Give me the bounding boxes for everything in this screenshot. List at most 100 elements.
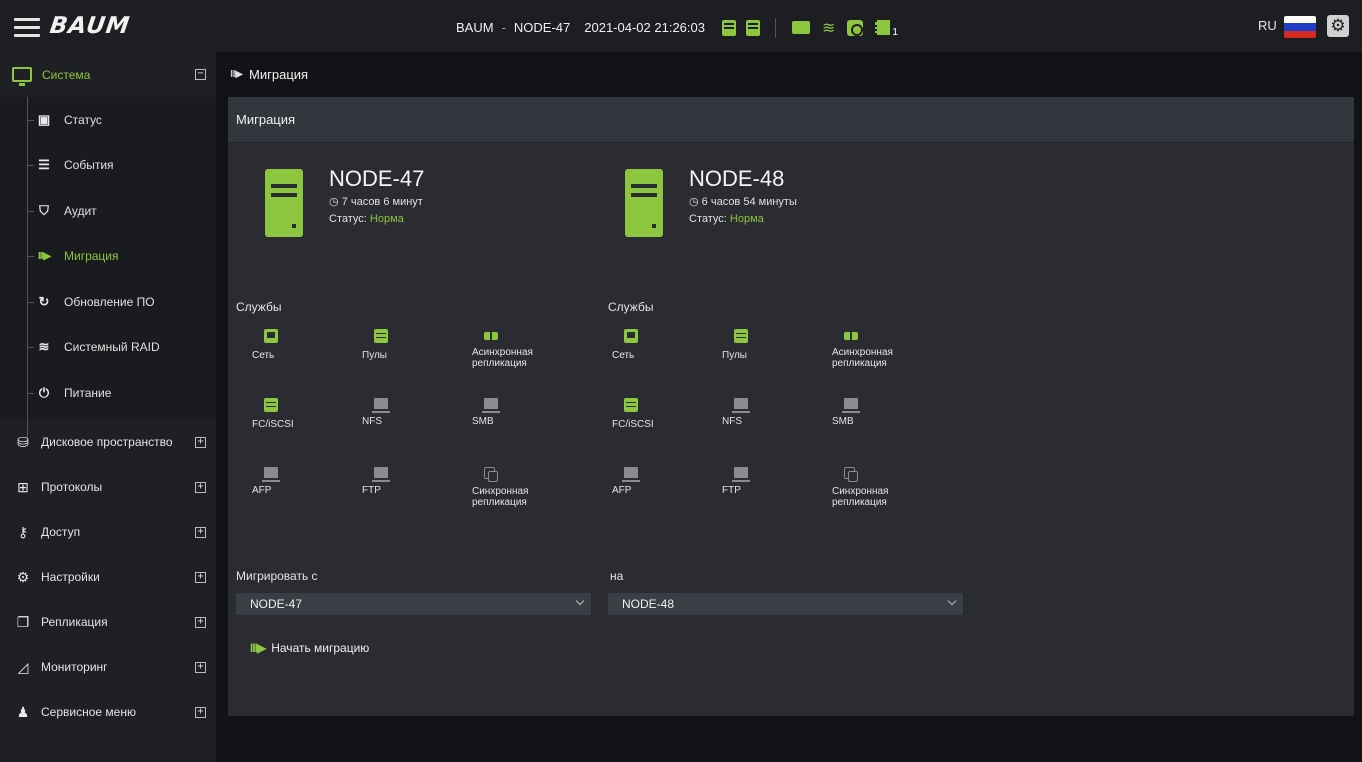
service-item: SMB (832, 398, 942, 467)
service-label: Сеть (252, 350, 275, 361)
layers-icon: ≋ (38, 339, 50, 355)
sidebar-item-migration[interactable]: III▶ Миграция (0, 234, 216, 280)
sidebar-item-events[interactable]: ☰ События (0, 143, 216, 189)
menu-icon[interactable] (14, 18, 40, 37)
sidebar-item-label: Доступ (41, 525, 81, 539)
service-item: Сеть (252, 329, 362, 398)
expand-toggle[interactable]: + (195, 706, 206, 718)
divider (774, 17, 776, 38)
node-card-1: NODE-47 ◷ 7 часов 6 минут Статус: Норма (265, 167, 424, 237)
services-grid-node-2: Сеть Пулы Асинхронная репликация FC/iSCSI NF… (612, 329, 942, 536)
expand-toggle[interactable]: + (195, 526, 206, 538)
service-label: Сеть (612, 350, 635, 361)
service-label: Пулы (722, 350, 747, 361)
clock-icon: ◷ (689, 196, 699, 208)
server-icon (265, 169, 303, 237)
sidebar-item-service-menu[interactable]: ♟ Сервисное меню + (0, 690, 216, 735)
sidebar-item-label: Дисковое пространство (41, 435, 173, 449)
layers-icon[interactable]: ≋ (822, 18, 835, 38)
sidebar-item-label: События (64, 158, 114, 173)
service-share-icon (732, 467, 750, 482)
sidebar-item-protocols[interactable]: ⊞ Протоколы + (0, 465, 216, 510)
status-icon: ▣ (37, 111, 51, 127)
start-migration-button[interactable]: III▶ Начать миграцию (250, 641, 369, 655)
sidebar-item-label: Репликация (41, 615, 108, 629)
chart-icon: ◿ (17, 658, 29, 675)
sidebar-item-audit[interactable]: ⛉ Аудит (0, 188, 216, 234)
service-pool-icon (374, 329, 388, 343)
sidebar-item-raid[interactable]: ≋ Системный RAID (0, 325, 216, 371)
service-item: FTP (722, 467, 832, 536)
sidebar-item-monitoring[interactable]: ◿ Мониторинг + (0, 645, 216, 690)
app-window: BAUM BAUM - NODE-47 2021-04-02 21:26:03 … (0, 0, 1362, 762)
monitor-icon (12, 67, 32, 86)
service-item: Сеть (612, 329, 722, 398)
service-fc-icon (264, 398, 278, 412)
migrate-to-select[interactable]: NODE-48 (608, 593, 963, 615)
status-icons: ≋ 1 (717, 17, 898, 38)
sidebar-item-label: Миграция (64, 249, 119, 264)
panel-title: Миграция (228, 97, 1354, 143)
settings-gear-icon[interactable]: ⚙ (1327, 15, 1349, 37)
datetime: 2021-04-02 21:26:03 (584, 20, 705, 35)
language-label[interactable]: RU (1258, 18, 1277, 33)
expand-toggle[interactable]: + (195, 481, 206, 493)
separator: - (501, 20, 506, 35)
events-icon: ☰ (38, 157, 50, 173)
sidebar-item-status[interactable]: ▣ Статус (0, 97, 216, 143)
sidebar-item-access[interactable]: ⚷ Доступ + (0, 510, 216, 555)
service-net-icon (264, 329, 278, 343)
sidebar-item-settings[interactable]: ⚙ Настройки + (0, 555, 216, 600)
sidebar-item-power[interactable]: ⏻ Питание (0, 370, 216, 416)
expand-toggle[interactable]: + (195, 436, 206, 448)
service-label: Синхронная репликация (472, 486, 529, 508)
service-share-icon (732, 398, 750, 413)
sidebar-item-update[interactable]: ↻ Обновление ПО (0, 279, 216, 325)
node1-server-icon[interactable] (721, 19, 736, 36)
database-icon: ⛁ (17, 433, 29, 450)
expand-toggle[interactable]: + (195, 616, 206, 628)
service-item: NFS (362, 398, 472, 467)
uptime-value: 7 часов 6 минут (341, 196, 423, 208)
sidebar-item-label: Система (42, 67, 91, 82)
network-icon: ⊞ (17, 478, 29, 495)
chevron-down-icon (947, 596, 957, 606)
expand-toggle[interactable]: + (195, 571, 206, 583)
service-label: NFS (722, 416, 742, 427)
sidebar-item-label: Статус (64, 112, 102, 127)
sidebar-item-disk-space[interactable]: ⛁ Дисковое пространство + (0, 420, 216, 465)
node-uptime: ◷ 6 часов 54 минуты (689, 195, 797, 208)
service-async-icon (844, 332, 858, 340)
collapse-toggle[interactable]: − (195, 69, 206, 80)
service-item: Синхронная репликация (832, 467, 942, 536)
disk-icon[interactable] (847, 19, 864, 36)
sidebar-item-system[interactable]: Система − (0, 52, 216, 97)
node-uptime: ◷ 7 часов 6 минут (329, 195, 424, 208)
service-item: FTP (362, 467, 472, 536)
chip-icon[interactable] (875, 20, 891, 35)
service-label: FTP (722, 485, 741, 496)
russia-flag-icon[interactable] (1284, 16, 1316, 38)
service-share-icon (622, 467, 640, 482)
expand-toggle[interactable]: + (195, 661, 206, 673)
migration-icon: III▶ (250, 641, 266, 655)
service-label: Асинхронная репликация (472, 347, 533, 369)
shield-icon: ⛉ (39, 202, 49, 218)
service-label: FC/iSCSI (252, 419, 294, 430)
service-item: Синхронная репликация (472, 467, 582, 536)
service-share-icon (372, 467, 390, 482)
sidebar-item-replication[interactable]: ❐ Репликация + (0, 600, 216, 645)
service-item: FC/iSCSI (252, 398, 362, 467)
service-item: Пулы (722, 329, 832, 398)
service-share-icon (262, 467, 280, 482)
service-item: AFP (612, 467, 722, 536)
folder-icon[interactable] (791, 21, 810, 34)
migration-panel: Миграция NODE-47 ◷ 7 часов 6 минут Стату… (228, 97, 1354, 716)
services-grid-node-1: Сеть Пулы Асинхронная репликация FC/iSCSI NF… (252, 329, 582, 536)
server-icon (625, 169, 663, 237)
migrate-from-label: Мигрировать с (236, 569, 318, 583)
node-name: NODE-48 (689, 166, 785, 191)
node2-server-icon[interactable] (745, 19, 760, 36)
service-label: AFP (252, 485, 272, 496)
migrate-from-select[interactable]: NODE-47 (236, 593, 591, 615)
